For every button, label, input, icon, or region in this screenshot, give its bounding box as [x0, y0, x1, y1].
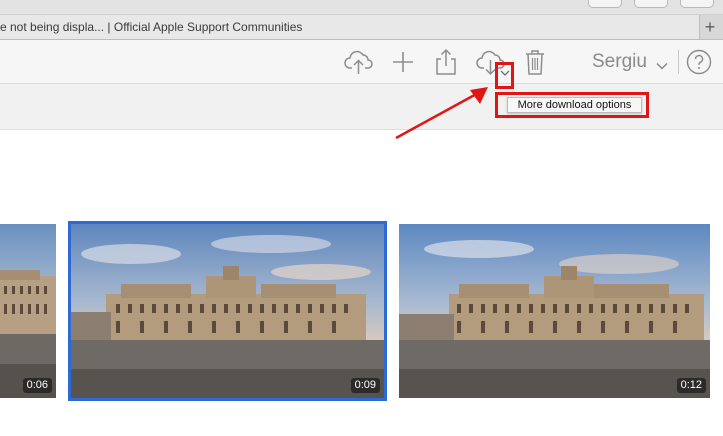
browser-tab[interactable]: e not being displa... | Official Apple S… [0, 15, 700, 39]
page: e not being displa... | Official Apple S… [0, 0, 723, 436]
trash-icon[interactable] [524, 48, 546, 76]
new-tab-button[interactable]: + [701, 16, 719, 38]
video-thumbnail[interactable]: 0:06 [0, 224, 56, 398]
video-thumbnail-selected[interactable]: 0:09 [68, 221, 387, 401]
add-icon[interactable] [391, 48, 415, 76]
thumbnail-image [71, 224, 384, 398]
video-duration: 0:12 [676, 378, 706, 393]
share-icon[interactable] [434, 48, 458, 76]
thumbnail-image [0, 224, 56, 398]
annotation-arrow-icon [395, 87, 488, 140]
tab-bar: e not being displa... | Official Apple S… [0, 15, 723, 40]
thumbnail-image [399, 224, 710, 398]
window-control-button[interactable] [680, 0, 714, 8]
annotation-tooltip-highlight [495, 92, 649, 118]
video-thumbnail[interactable]: 0:12 [399, 224, 710, 398]
toolbar: Sergiu [0, 40, 723, 84]
toolbar-divider [678, 50, 679, 74]
window-control-button[interactable] [588, 0, 622, 8]
video-duration: 0:09 [350, 378, 380, 393]
upload-cloud-icon[interactable] [344, 48, 374, 76]
help-icon[interactable] [686, 49, 712, 80]
window-control-button[interactable] [634, 0, 668, 8]
account-name[interactable]: Sergiu [592, 50, 647, 74]
account-chevron-icon[interactable] [656, 57, 668, 75]
tab-title: e not being displa... | Official Apple S… [0, 20, 303, 34]
window-top-strip [0, 0, 723, 15]
video-duration: 0:06 [22, 378, 52, 393]
